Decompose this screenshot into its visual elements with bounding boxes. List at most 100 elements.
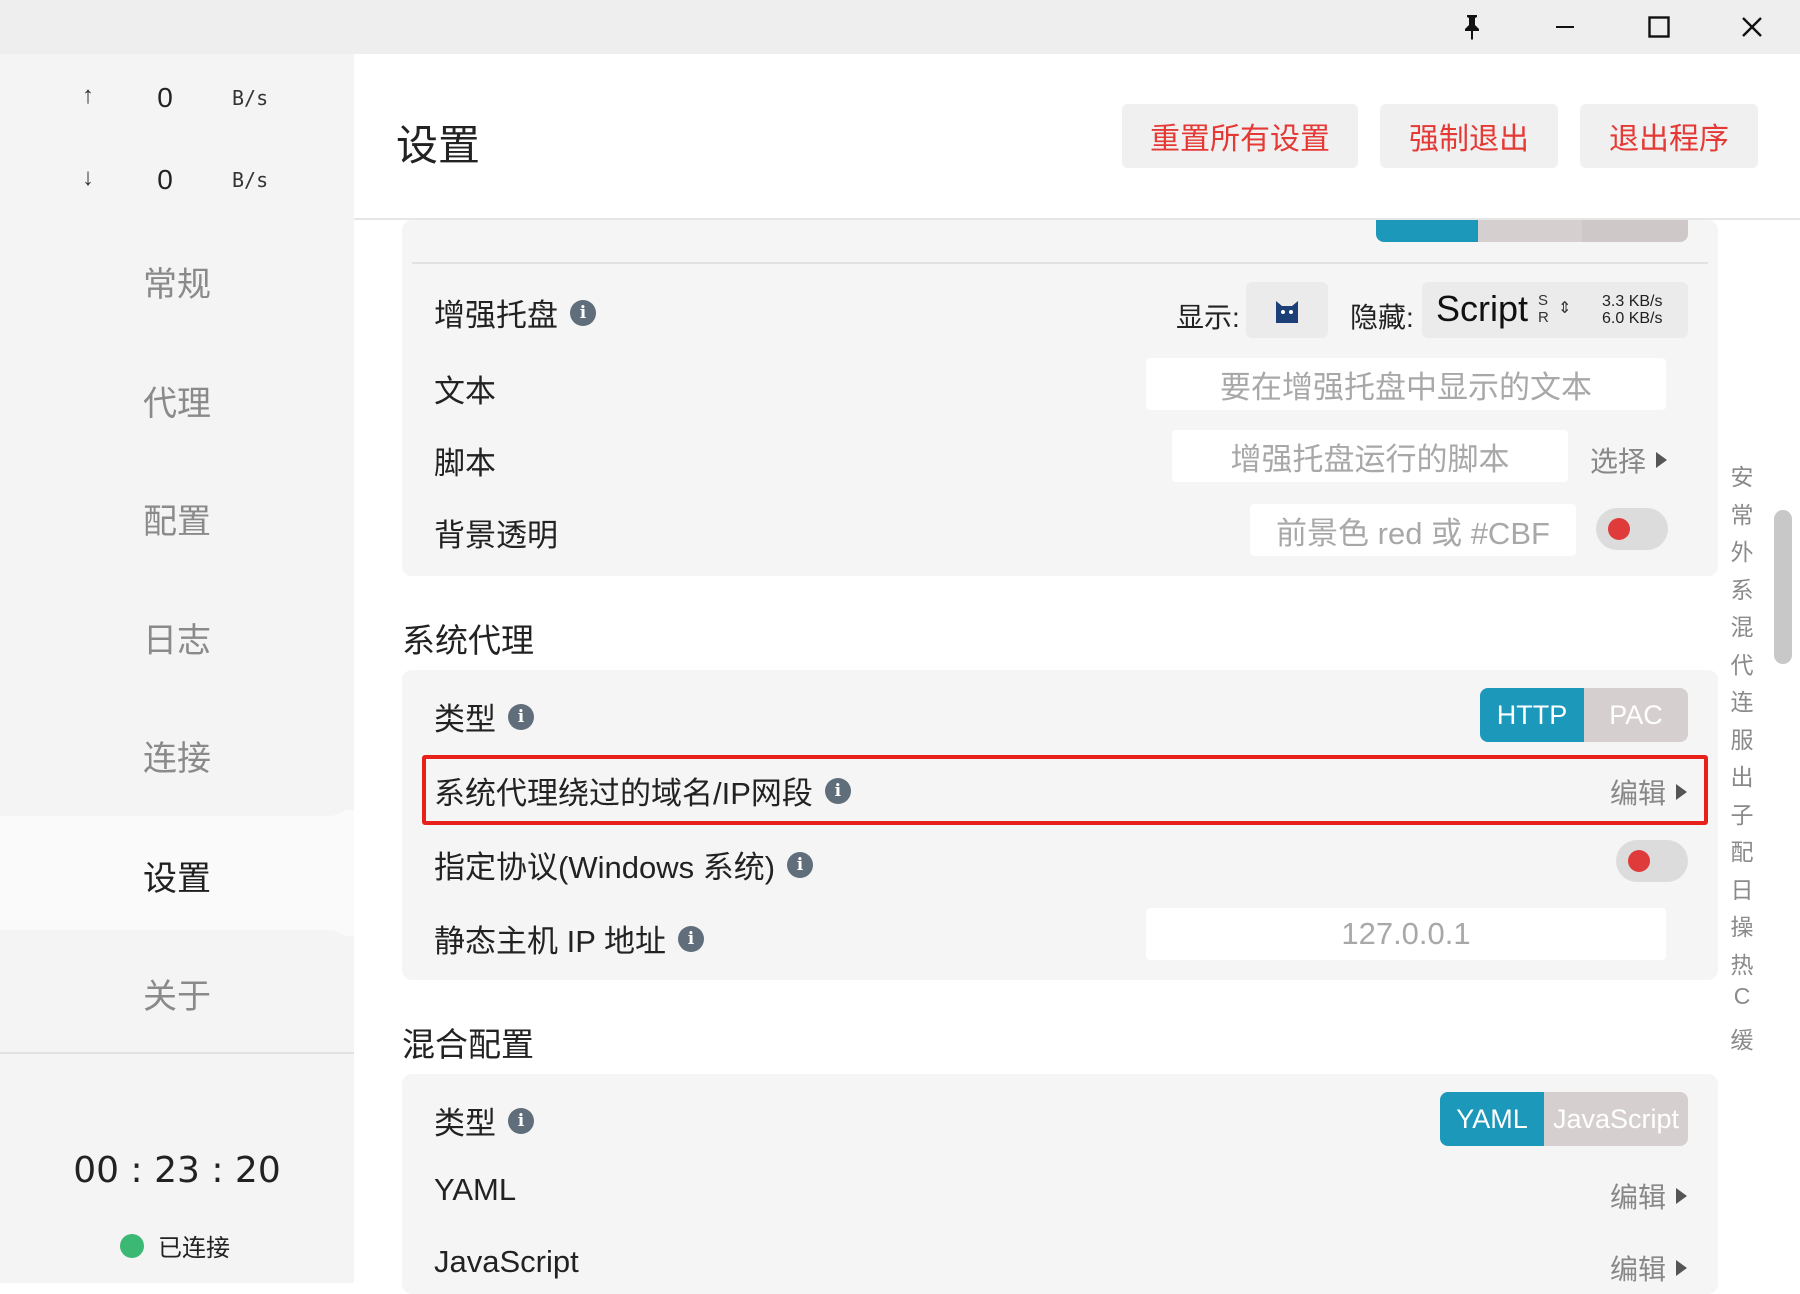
download-value: 0 <box>157 164 173 195</box>
page-title: 设置 <box>396 122 481 169</box>
mixin-js-label: JavaScript <box>434 1244 579 1279</box>
tray-style-default-partial[interactable] <box>1376 220 1478 242</box>
nav-item-proxy[interactable]: 代理 <box>0 341 354 459</box>
nav-item-general[interactable]: 常规 <box>0 222 354 340</box>
tray-bg-label: 背景透明 <box>434 518 558 553</box>
scrollbar-thumb[interactable] <box>1774 510 1792 664</box>
section-index-item[interactable]: 系 <box>1730 571 1754 605</box>
enhanced-tray-label: 增强托盘 <box>434 298 558 333</box>
tray-style-submenu-partial[interactable] <box>1478 220 1582 242</box>
upload-arrow-icon: ↑ <box>82 82 94 109</box>
quit-button[interactable]: 退出程序 <box>1580 104 1758 168</box>
connection-label: 已连接 <box>158 1235 230 1262</box>
chevron-right-icon <box>1676 1260 1688 1276</box>
section-index-item[interactable]: 日 <box>1730 871 1754 905</box>
mixin-type-javascript[interactable]: JavaScript <box>1544 1092 1688 1146</box>
tray-text-label: 文本 <box>434 374 496 409</box>
download-speed: ↓ 0 B/s <box>0 160 354 200</box>
tray-script-preview[interactable]: Script S R ⇕ 3.3 KB/s 6.0 KB/s <box>1422 282 1688 338</box>
header-bottom-mask <box>354 190 1800 218</box>
maximize-icon[interactable] <box>1619 0 1699 54</box>
tray-script-input[interactable]: 增强托盘运行的脚本 <box>1172 430 1568 482</box>
tray-text-input[interactable]: 要在增强托盘中显示的文本 <box>1146 358 1666 410</box>
upload-unit: B/s <box>232 86 269 110</box>
mixin-yaml-edit-link[interactable]: 编辑 <box>1610 1176 1688 1216</box>
download-arrow-icon: ↓ <box>82 164 94 191</box>
tray-style-hidden-partial[interactable] <box>1582 220 1688 242</box>
section-index-item[interactable]: 配 <box>1730 833 1754 867</box>
upload-speed: ↑ 0 B/s <box>0 78 354 118</box>
info-icon[interactable]: i <box>677 925 704 952</box>
toggle-knob <box>1628 850 1650 872</box>
section-index-item[interactable]: 常 <box>1730 496 1754 530</box>
mixin-section-title: 混合配置 <box>402 1026 534 1063</box>
section-index-item[interactable]: 子 <box>1730 796 1754 830</box>
static-ip-input[interactable]: 127.0.0.1 <box>1146 908 1666 960</box>
sidebar-divider <box>0 1052 354 1054</box>
toggle-knob <box>1608 518 1630 540</box>
tray-script-select-link[interactable]: 选择 <box>1590 440 1668 480</box>
pin-icon[interactable] <box>1432 0 1512 54</box>
section-index-item[interactable]: 缓 <box>1730 1021 1754 1055</box>
mixin-type-row: 类型 i <box>434 1098 534 1143</box>
proxy-type-segment[interactable]: HTTP PAC <box>1480 688 1688 742</box>
script-preview-text: Script <box>1436 288 1529 329</box>
sort-icon: ⇕ <box>1558 300 1572 317</box>
info-icon[interactable]: i <box>508 703 534 730</box>
connection-status: 已连接 <box>120 1228 230 1263</box>
rate-download: 6.0 KB/s <box>1602 310 1663 327</box>
force-quit-button[interactable]: 强制退出 <box>1380 104 1558 168</box>
mixin-yaml-label: YAML <box>434 1172 517 1207</box>
tray-show-label: 显示: <box>1176 302 1240 333</box>
section-index-item[interactable]: 外 <box>1730 533 1754 567</box>
info-icon[interactable]: i <box>570 299 596 326</box>
protocol-row: 指定协议(Windows 系统) i <box>434 842 814 887</box>
section-index-item[interactable]: 热 <box>1730 946 1754 980</box>
rate-upload: 3.3 KB/s <box>1602 293 1663 310</box>
proxy-type-label: 类型 <box>434 702 496 737</box>
info-icon[interactable]: i <box>787 851 814 878</box>
section-index-item[interactable]: 安 <box>1730 458 1754 492</box>
tray-show-icon-button[interactable] <box>1246 282 1328 338</box>
close-icon[interactable] <box>1712 0 1792 54</box>
nav-item-profiles[interactable]: 配置 <box>0 459 354 577</box>
proxy-type-pac[interactable]: PAC <box>1584 688 1688 742</box>
uptime-timer: 00 : 23 : 20 <box>73 1150 281 1191</box>
minimize-icon[interactable] <box>1525 0 1605 54</box>
proxy-type-row: 类型 i <box>434 694 534 739</box>
system-proxy-section-title: 系统代理 <box>402 622 534 659</box>
section-index-item[interactable]: 连 <box>1730 683 1754 717</box>
section-index-item[interactable]: 出 <box>1730 758 1754 792</box>
edit-label: 编辑 <box>1610 1182 1667 1213</box>
nav-item-logs[interactable]: 日志 <box>0 578 354 696</box>
reset-settings-button[interactable]: 重置所有设置 <box>1122 104 1358 168</box>
nav-item-connections[interactable]: 连接 <box>0 696 354 814</box>
enhanced-tray-row: 增强托盘 i <box>434 290 596 335</box>
status-dot-icon <box>120 1233 144 1258</box>
script-sr-label: S R <box>1538 292 1549 326</box>
upload-value: 0 <box>157 82 173 113</box>
nav-item-about[interactable]: 关于 <box>0 934 354 1052</box>
section-index-item[interactable]: 混 <box>1730 608 1754 642</box>
tray-style-segment-partial[interactable] <box>1376 220 1688 242</box>
title-bar <box>0 0 1800 54</box>
protocol-label: 指定协议(Windows 系统) <box>434 850 776 885</box>
protocol-toggle[interactable] <box>1616 840 1688 882</box>
tray-bg-color-input[interactable]: 前景色 red 或 #CBF <box>1250 504 1576 556</box>
chevron-right-icon <box>1676 1188 1688 1204</box>
section-index-item[interactable]: 代 <box>1730 646 1754 680</box>
section-index-item[interactable]: C <box>1730 983 1754 1010</box>
proxy-type-http[interactable]: HTTP <box>1480 688 1584 742</box>
tray-bg-toggle[interactable] <box>1596 508 1668 550</box>
tray-hide-label: 隐藏: <box>1350 302 1414 333</box>
mixin-type-segment[interactable]: YAML JavaScript <box>1440 1092 1688 1146</box>
mixin-type-yaml[interactable]: YAML <box>1440 1092 1544 1146</box>
tray-script-label: 脚本 <box>434 446 496 481</box>
section-index-item[interactable]: 服 <box>1730 721 1754 755</box>
cat-icon <box>1276 301 1298 323</box>
section-index-item[interactable]: 操 <box>1730 908 1754 942</box>
info-icon[interactable]: i <box>508 1107 534 1134</box>
nav-item-settings[interactable]: 设置 <box>0 816 354 934</box>
static-ip-row: 静态主机 IP 地址 i <box>434 916 704 961</box>
mixin-js-edit-link[interactable]: 编辑 <box>1610 1248 1688 1288</box>
